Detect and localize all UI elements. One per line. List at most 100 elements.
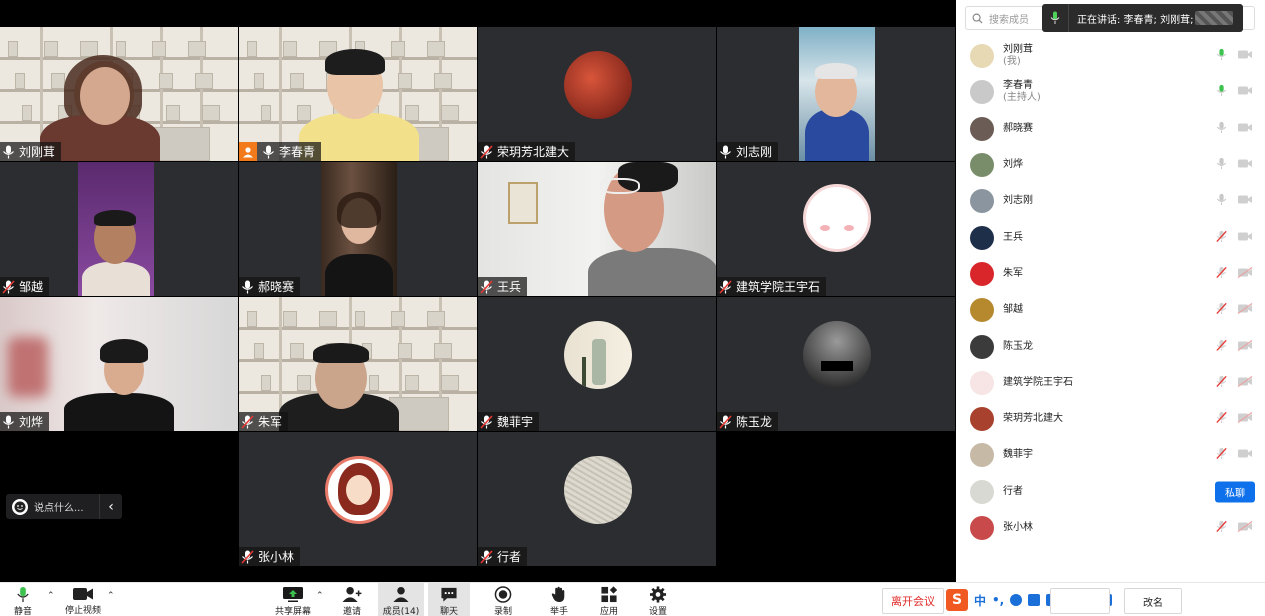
microphone-icon[interactable] bbox=[1216, 49, 1227, 64]
participant-name-tag: 建筑学院王宇石 bbox=[717, 277, 827, 296]
video-tile[interactable]: 行者 bbox=[478, 432, 716, 566]
member-row[interactable]: 朱军 bbox=[956, 256, 1265, 292]
microphone-icon bbox=[17, 586, 29, 603]
leave-meeting-button[interactable]: 离开会议 bbox=[882, 588, 944, 614]
video-tile[interactable]: 李春青 bbox=[239, 27, 477, 161]
microphone-muted-icon bbox=[480, 144, 494, 159]
chevron-up-icon[interactable]: ⌃ bbox=[47, 591, 55, 601]
member-row[interactable]: 刘志刚 bbox=[956, 183, 1265, 219]
microphone-muted-icon[interactable] bbox=[1216, 520, 1227, 536]
video-camera-icon[interactable] bbox=[1237, 49, 1253, 64]
video-camera-icon[interactable] bbox=[1237, 85, 1253, 100]
quick-chat-placeholder[interactable]: 说点什么... bbox=[34, 499, 84, 514]
quick-chat-box[interactable]: 说点什么... ‹ bbox=[6, 494, 122, 519]
video-tile[interactable]: 刘刚茸 bbox=[0, 27, 238, 161]
panel-action-button[interactable] bbox=[1050, 588, 1110, 614]
microphone-muted-icon[interactable] bbox=[1216, 266, 1227, 281]
settings-button[interactable]: 设置 bbox=[637, 583, 679, 616]
ime-voice-icon[interactable] bbox=[1028, 594, 1041, 606]
video-off-icon[interactable] bbox=[1237, 303, 1253, 318]
microphone-icon[interactable] bbox=[1216, 85, 1227, 100]
record-button[interactable]: 录制 bbox=[482, 583, 524, 616]
record-icon bbox=[494, 586, 512, 603]
video-tile[interactable]: 王兵 bbox=[478, 162, 716, 296]
video-tile[interactable]: 建筑学院王宇石 bbox=[717, 162, 955, 296]
member-name: 陈玉龙 bbox=[1003, 340, 1033, 352]
raise-hand-button[interactable]: 举手 bbox=[538, 583, 580, 616]
video-tile[interactable]: 张小林 bbox=[239, 432, 477, 566]
ime-language[interactable]: 中 bbox=[974, 592, 986, 609]
microphone-muted-icon[interactable] bbox=[1216, 303, 1227, 318]
ime-punctuation-icon[interactable]: •, bbox=[992, 593, 1004, 607]
microphone-icon[interactable] bbox=[1216, 194, 1227, 209]
member-name: 李春青 bbox=[1003, 80, 1033, 92]
member-row[interactable]: 邹越 bbox=[956, 292, 1265, 328]
video-off-icon[interactable] bbox=[1237, 375, 1253, 390]
members-button[interactable]: 成员(14) bbox=[378, 583, 424, 616]
member-row[interactable]: 魏菲宇 bbox=[956, 437, 1265, 473]
invite-button[interactable]: 邀请 bbox=[331, 583, 373, 616]
member-row[interactable]: 建筑学院王宇石 bbox=[956, 365, 1265, 401]
video-off-icon[interactable] bbox=[1237, 266, 1253, 281]
video-camera-icon[interactable] bbox=[1237, 121, 1253, 136]
member-row[interactable]: 行者 私聊 bbox=[956, 474, 1265, 510]
microphone-icon bbox=[1042, 11, 1068, 25]
apps-button[interactable]: 应用 bbox=[588, 583, 630, 616]
ime-emoji-icon[interactable] bbox=[1010, 594, 1023, 606]
member-row[interactable]: 陈玉龙 bbox=[956, 328, 1265, 364]
member-row[interactable]: 李春青 (主持人) bbox=[956, 74, 1265, 110]
participant-name-tag: 李春青 bbox=[239, 142, 322, 161]
member-row[interactable]: 郝晓赛 bbox=[956, 111, 1265, 147]
microphone-muted-icon[interactable] bbox=[1216, 339, 1227, 354]
sogou-logo-icon[interactable]: S bbox=[946, 589, 968, 611]
video-tile[interactable]: 荣玥芳北建大 bbox=[478, 27, 716, 161]
microphone-muted-icon bbox=[241, 414, 255, 429]
member-row[interactable]: 张小林 bbox=[956, 510, 1265, 546]
chevron-up-icon[interactable]: ⌃ bbox=[316, 591, 324, 601]
microphone-muted-icon bbox=[241, 549, 255, 564]
microphone-icon bbox=[241, 280, 255, 294]
participant-name: 张小林 bbox=[258, 550, 295, 564]
emoji-icon[interactable] bbox=[12, 498, 28, 515]
video-camera-icon[interactable] bbox=[1237, 158, 1253, 173]
microphone-icon[interactable] bbox=[1216, 158, 1227, 173]
video-tile[interactable]: 魏菲宇 bbox=[478, 297, 716, 431]
video-camera-icon[interactable] bbox=[1237, 448, 1253, 463]
meeting-window: 刘刚茸 李春青 荣玥芳北建大 刘志刚 邹越 郝晓赛 王兵 建筑学院王宇石 刘烨 朱军… bbox=[0, 0, 1265, 616]
video-tile[interactable]: 刘志刚 bbox=[717, 27, 955, 161]
video-camera-icon[interactable] bbox=[1237, 230, 1253, 245]
microphone-icon bbox=[2, 145, 16, 159]
chat-button[interactable]: 聊天 bbox=[428, 583, 470, 616]
video-tile[interactable]: 陈玉龙 bbox=[717, 297, 955, 431]
video-off-icon[interactable] bbox=[1237, 339, 1253, 354]
video-tile[interactable]: 邹越 bbox=[0, 162, 238, 296]
microphone-muted-icon[interactable] bbox=[1216, 412, 1227, 427]
microphone-muted-icon bbox=[480, 414, 494, 429]
microphone-muted-icon[interactable] bbox=[1216, 230, 1227, 245]
chevron-left-icon[interactable]: ‹ bbox=[100, 499, 122, 515]
participant-name-tag: 行者 bbox=[478, 547, 528, 566]
stop-video-button[interactable]: 停止视频 bbox=[62, 583, 104, 616]
microphone-muted-icon[interactable] bbox=[1216, 448, 1227, 463]
video-camera-icon[interactable] bbox=[1237, 194, 1253, 209]
video-tile[interactable]: 刘烨 bbox=[0, 297, 238, 431]
member-row[interactable]: 荣玥芳北建大 bbox=[956, 401, 1265, 437]
avatar bbox=[970, 298, 994, 323]
private-chat-button[interactable]: 私聊 bbox=[1215, 481, 1255, 503]
member-row[interactable]: 刘烨 bbox=[956, 147, 1265, 183]
member-row[interactable]: 王兵 bbox=[956, 219, 1265, 255]
mute-button[interactable]: 静音 bbox=[2, 583, 44, 616]
member-name: 刘志刚 bbox=[1003, 195, 1033, 207]
video-off-icon[interactable] bbox=[1237, 520, 1253, 536]
video-off-icon[interactable] bbox=[1237, 412, 1253, 427]
microphone-icon bbox=[2, 415, 16, 429]
rename-button[interactable]: 改名 bbox=[1124, 588, 1182, 614]
microphone-muted-icon[interactable] bbox=[1216, 375, 1227, 390]
microphone-icon[interactable] bbox=[1216, 121, 1227, 136]
member-row[interactable]: 刘刚茸 (我) bbox=[956, 38, 1265, 74]
microphone-muted-icon bbox=[719, 414, 733, 429]
chevron-up-icon[interactable]: ⌃ bbox=[107, 591, 115, 601]
video-tile[interactable]: 郝晓赛 bbox=[239, 162, 477, 296]
share-screen-button[interactable]: 共享屏幕 bbox=[272, 583, 314, 616]
video-tile[interactable]: 朱军 bbox=[239, 297, 477, 431]
